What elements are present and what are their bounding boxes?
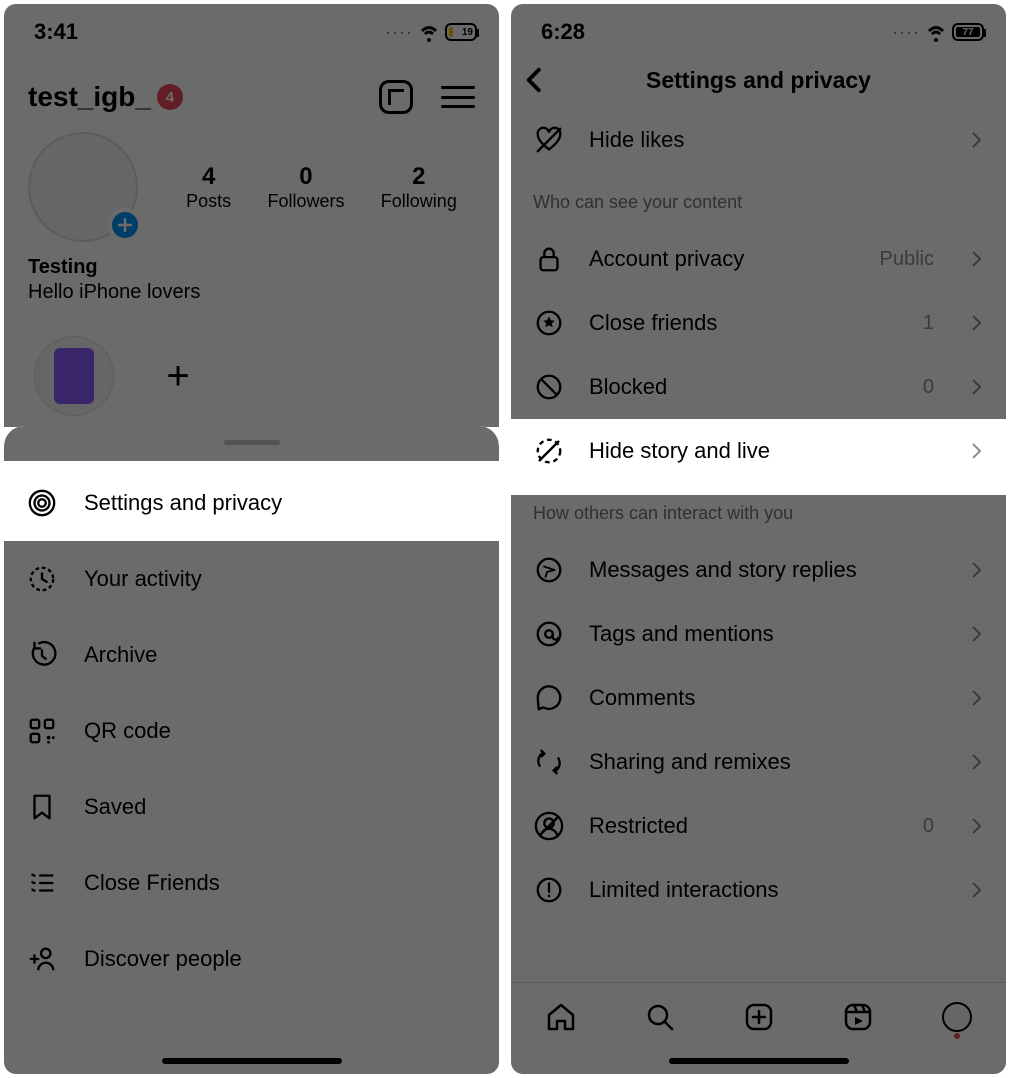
highlights-row: + — [4, 308, 499, 444]
cellular-icon: ···· — [385, 22, 413, 43]
menu-button[interactable] — [441, 86, 475, 108]
display-name: Testing — [28, 256, 475, 279]
stat-followers[interactable]: 0 Followers — [267, 163, 344, 212]
row-hide-story-live[interactable]: Hide story and live — [511, 419, 1006, 483]
profile-bio: Testing Hello iPhone lovers — [4, 252, 499, 308]
stat-posts[interactable]: 4 Posts — [186, 163, 231, 212]
right-screenshot: 6:28 ···· 77 Settings and privacy Hide l… — [511, 4, 1006, 1074]
stat-following[interactable]: 2 Following — [381, 163, 457, 212]
followers-label: Followers — [267, 191, 344, 212]
highlight-item[interactable] — [34, 336, 114, 416]
sheet-dim-top — [4, 426, 499, 461]
dim-overlay-top — [511, 4, 1006, 431]
home-indicator[interactable] — [162, 1058, 342, 1064]
menu-bottom-sheet: Settings and privacy Your activity Archi… — [4, 426, 499, 1074]
sheet-dim-bottom — [4, 536, 499, 1074]
highlight-thumb — [54, 348, 94, 404]
dim-overlay-bottom — [511, 495, 1006, 1074]
add-highlight-button[interactable]: + — [138, 336, 218, 416]
posts-label: Posts — [186, 191, 231, 212]
bio-text: Hello iPhone lovers — [28, 281, 475, 304]
menu-settings-privacy[interactable]: Settings and privacy — [4, 465, 499, 541]
menu-label: Settings and privacy — [84, 490, 282, 516]
status-time: 3:41 — [34, 19, 78, 45]
following-count: 2 — [381, 163, 457, 191]
avatar[interactable] — [28, 132, 138, 242]
wifi-icon — [419, 22, 439, 42]
battery-level: 19 — [462, 27, 473, 38]
create-button[interactable] — [379, 80, 413, 114]
gear-icon — [26, 487, 58, 519]
hide-story-icon — [533, 435, 565, 467]
battery-icon: 19 — [445, 23, 477, 41]
plus-icon — [388, 89, 404, 105]
username: test_igb_ — [28, 81, 151, 113]
home-indicator[interactable] — [669, 1058, 849, 1064]
notification-badge: 4 — [157, 84, 183, 110]
profile-stats-row: 4 Posts 0 Followers 2 Following — [4, 122, 499, 252]
following-label: Following — [381, 191, 457, 212]
chevron-right-icon — [968, 443, 984, 459]
status-bar: 3:41 ···· 19 — [4, 4, 499, 52]
username-dropdown[interactable]: test_igb_ 4 — [28, 81, 183, 113]
left-screenshot: 3:41 ···· 19 test_igb_ 4 4 — [4, 4, 499, 1074]
posts-count: 4 — [186, 163, 231, 191]
row-label: Hide story and live — [589, 438, 944, 464]
profile-header: test_igb_ 4 — [4, 52, 499, 122]
add-story-icon[interactable] — [108, 208, 142, 242]
followers-count: 0 — [267, 163, 344, 191]
plus-icon: + — [166, 354, 189, 399]
